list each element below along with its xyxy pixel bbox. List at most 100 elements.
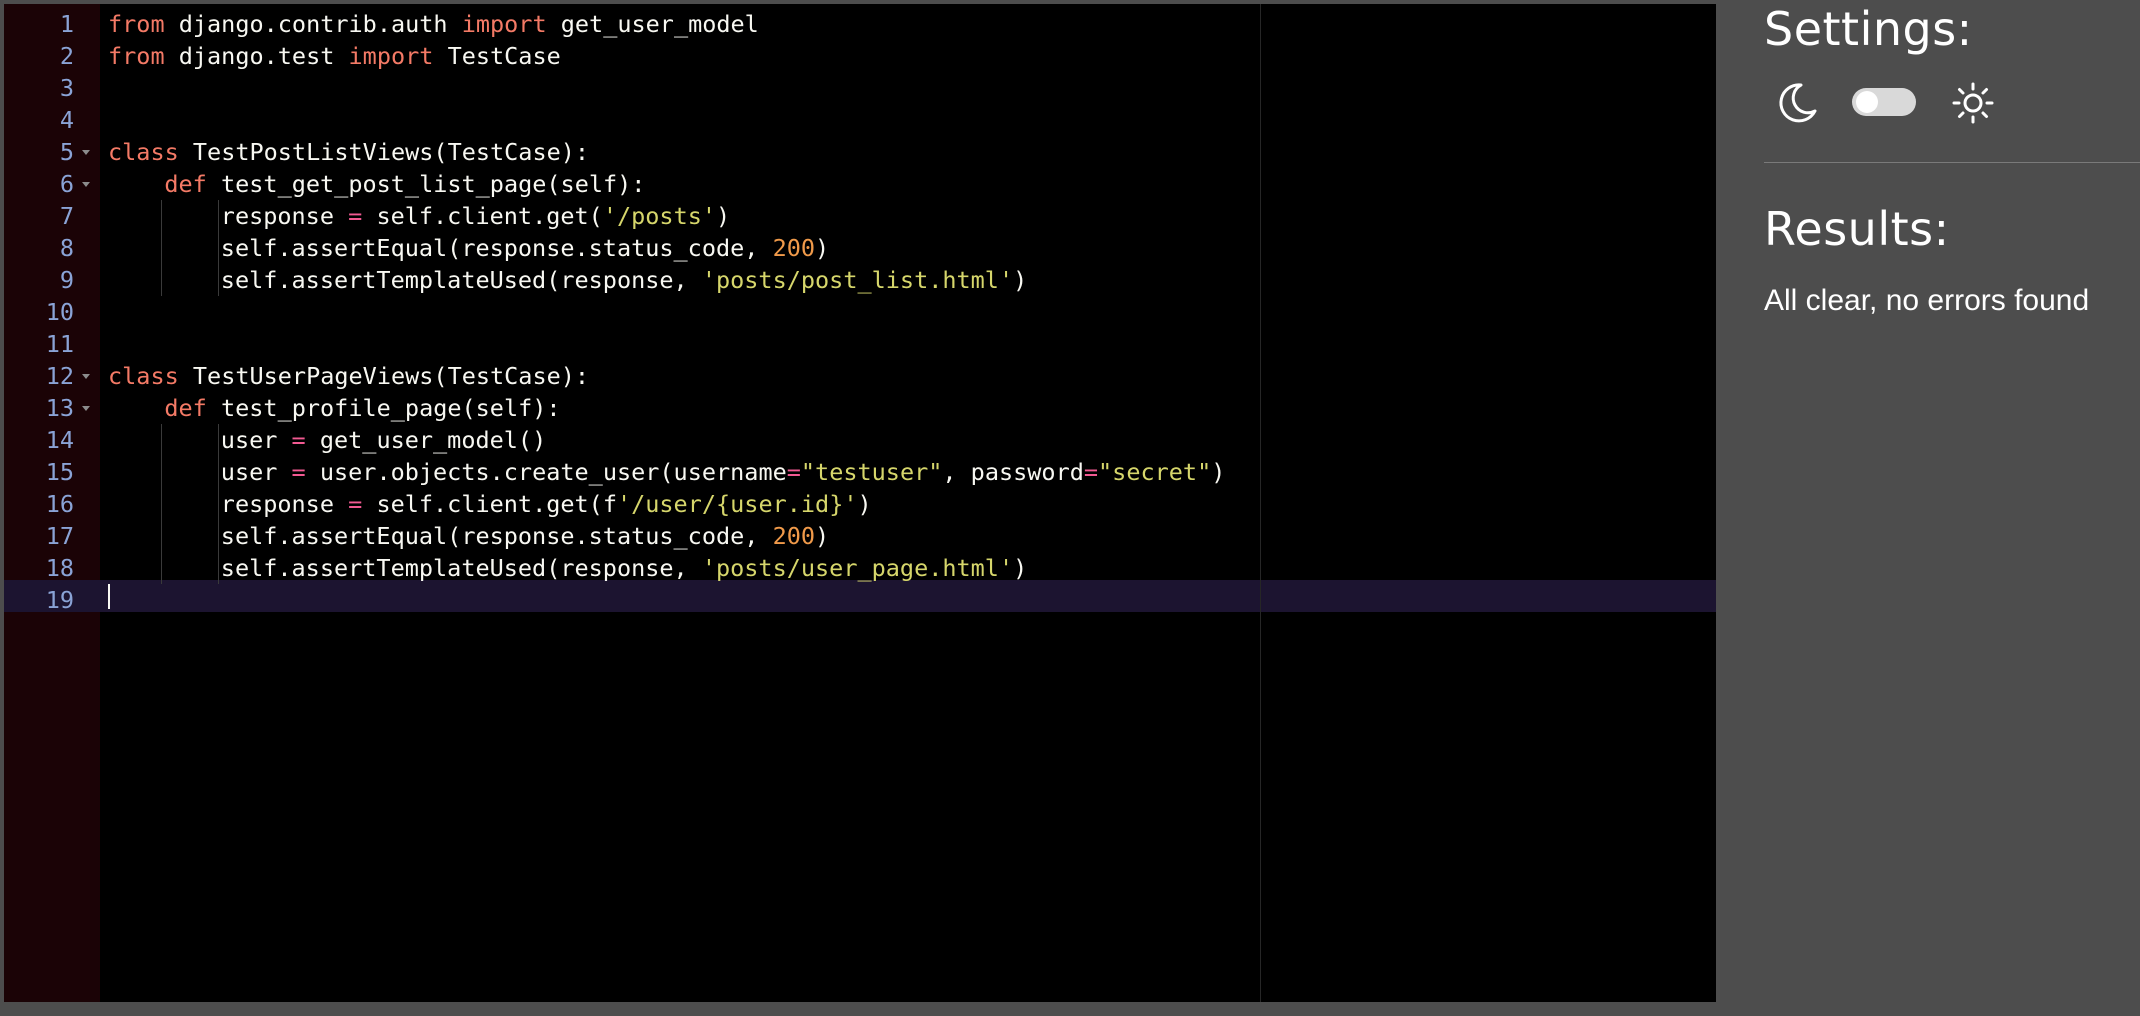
line-number: 19: [45, 586, 74, 614]
indent-guide: [217, 488, 219, 520]
divider: [1764, 162, 2140, 163]
code-text: from django.test import TestCase: [108, 40, 561, 72]
code-line[interactable]: 8 self.assertEqual(response.status_code, …: [4, 232, 1716, 264]
line-number: 14: [45, 426, 74, 454]
code-text: response = self.client.get(f'/user/{user…: [221, 488, 872, 520]
fold-arrow-icon[interactable]: [82, 182, 90, 187]
code-line[interactable]: 11: [4, 328, 1716, 360]
code-text: user = user.objects.create_user(username…: [221, 456, 1226, 488]
indent-guide: [161, 552, 163, 584]
results-title: Results:: [1764, 202, 1950, 256]
code-line[interactable]: 4: [4, 104, 1716, 136]
theme-toggle[interactable]: [1852, 88, 1916, 116]
fold-arrow-icon[interactable]: [82, 374, 90, 379]
code-token: ): [1013, 554, 1028, 582]
line-number: 18: [45, 554, 74, 582]
code-line[interactable]: 13 def test_profile_page(self):: [4, 392, 1716, 424]
fold-arrow-icon[interactable]: [82, 406, 90, 411]
code-token: "secret": [1098, 458, 1212, 486]
code-editor[interactable]: 1 from django.contrib.auth import get_use…: [4, 4, 1716, 1002]
line-number: 2: [59, 42, 74, 70]
code-token: response: [220, 490, 349, 518]
code-token: TestCase: [433, 42, 561, 70]
code-token: test_get_post_list_page(self):: [206, 170, 646, 198]
code-token: 200: [772, 522, 816, 550]
code-token: user: [220, 426, 292, 454]
code-line[interactable]: 12 class TestUserPageViews(TestCase):: [4, 360, 1716, 392]
code-token: 200: [772, 234, 816, 262]
code-line[interactable]: 14 user = get_user_model(): [4, 424, 1716, 456]
sidebar: Settings: Results: All clear, no errors …: [1764, 0, 2140, 1016]
code-token: def: [164, 170, 207, 198]
indent-guide: [161, 200, 163, 232]
indent-guide: [217, 200, 219, 232]
moon-icon: [1774, 80, 1820, 131]
indent-guide: [161, 488, 163, 520]
code-token: , password: [942, 458, 1084, 486]
indent-guide: [161, 264, 163, 296]
indent-guide: [217, 264, 219, 296]
code-token: TestUserPageViews(TestCase):: [178, 362, 590, 390]
code-token: '/posts': [602, 202, 717, 230]
code-token: ): [1013, 266, 1028, 294]
code-token: from: [108, 42, 165, 70]
code-line[interactable]: 5 class TestPostListViews(TestCase):: [4, 136, 1716, 168]
code-token: from: [108, 10, 165, 38]
code-text: self.assertTemplateUsed(response, 'posts…: [221, 552, 1027, 584]
line-number: 7: [59, 202, 74, 230]
line-number: 11: [45, 330, 74, 358]
fold-arrow-icon[interactable]: [82, 150, 90, 155]
indent-guide: [161, 232, 163, 264]
toggle-knob: [1856, 91, 1878, 113]
code-token: test_profile_page(self):: [206, 394, 561, 422]
code-token: get_user_model: [546, 10, 759, 38]
settings-title: Settings:: [1764, 2, 1973, 56]
results-message: All clear, no errors found: [1764, 284, 2090, 317]
code-text: class TestPostListViews(TestCase):: [108, 136, 589, 168]
code-line[interactable]: 2 from django.test import TestCase: [4, 40, 1716, 72]
code-line[interactable]: 7 response = self.client.get('/posts'): [4, 200, 1716, 232]
code-line[interactable]: 18 self.assertTemplateUsed(response, 'pos…: [4, 552, 1716, 584]
code-line[interactable]: 3: [4, 72, 1716, 104]
code-token: django.contrib.auth: [164, 10, 462, 38]
line-number: 1: [59, 10, 74, 38]
code-token: =: [1083, 458, 1099, 486]
code-text: response = self.client.get('/posts'): [221, 200, 730, 232]
code-token: '/user/{user.id}': [616, 490, 858, 518]
code-token: ): [815, 522, 830, 550]
code-token: self.assertEqual(response.status_code,: [220, 234, 773, 262]
code-token: ): [1211, 458, 1226, 486]
code-text: self.assertTemplateUsed(response, 'posts…: [221, 264, 1027, 296]
code-token: self.assertEqual(response.status_code,: [220, 522, 773, 550]
code-line[interactable]: 9 self.assertTemplateUsed(response, 'post…: [4, 264, 1716, 296]
line-number: 4: [59, 106, 74, 134]
code-token: user.objects.create_user(username: [305, 458, 787, 486]
line-number: 10: [45, 298, 74, 326]
code-token: self.assertTemplateUsed(response,: [220, 266, 702, 294]
code-token: ): [716, 202, 731, 230]
code-token: ): [857, 490, 872, 518]
code-text: def test_get_post_list_page(self):: [164, 168, 645, 200]
code-line[interactable]: 6 def test_get_post_list_page(self):: [4, 168, 1716, 200]
code-line[interactable]: 17 self.assertEqual(response.status_code,…: [4, 520, 1716, 552]
code-text: def test_profile_page(self):: [164, 392, 560, 424]
code-token: =: [786, 458, 801, 486]
code-token: =: [348, 202, 363, 230]
code-text: from django.contrib.auth import get_user…: [108, 8, 759, 40]
code-line[interactable]: 19: [4, 584, 1716, 616]
code-line[interactable]: 10: [4, 296, 1716, 328]
code-token: 'posts/post_list.html': [701, 266, 1014, 294]
code-token: self.client.get(f: [362, 490, 617, 518]
code-line[interactable]: 1 from django.contrib.auth import get_use…: [4, 8, 1716, 40]
indent-guide: [217, 456, 219, 488]
code-token: "testuser": [800, 458, 943, 486]
code-token: =: [291, 426, 306, 454]
code-line[interactable]: 15 user = user.objects.create_user(userna…: [4, 456, 1716, 488]
code-token: =: [348, 490, 363, 518]
code-line[interactable]: 16 response = self.client.get(f'/user/{us…: [4, 488, 1716, 520]
theme-switcher: [1764, 72, 2064, 136]
sun-icon: [1952, 82, 1994, 129]
line-number: 6: [59, 170, 74, 198]
code-text: self.assertEqual(response.status_code, 2…: [221, 232, 829, 264]
code-token: get_user_model(): [305, 426, 547, 454]
